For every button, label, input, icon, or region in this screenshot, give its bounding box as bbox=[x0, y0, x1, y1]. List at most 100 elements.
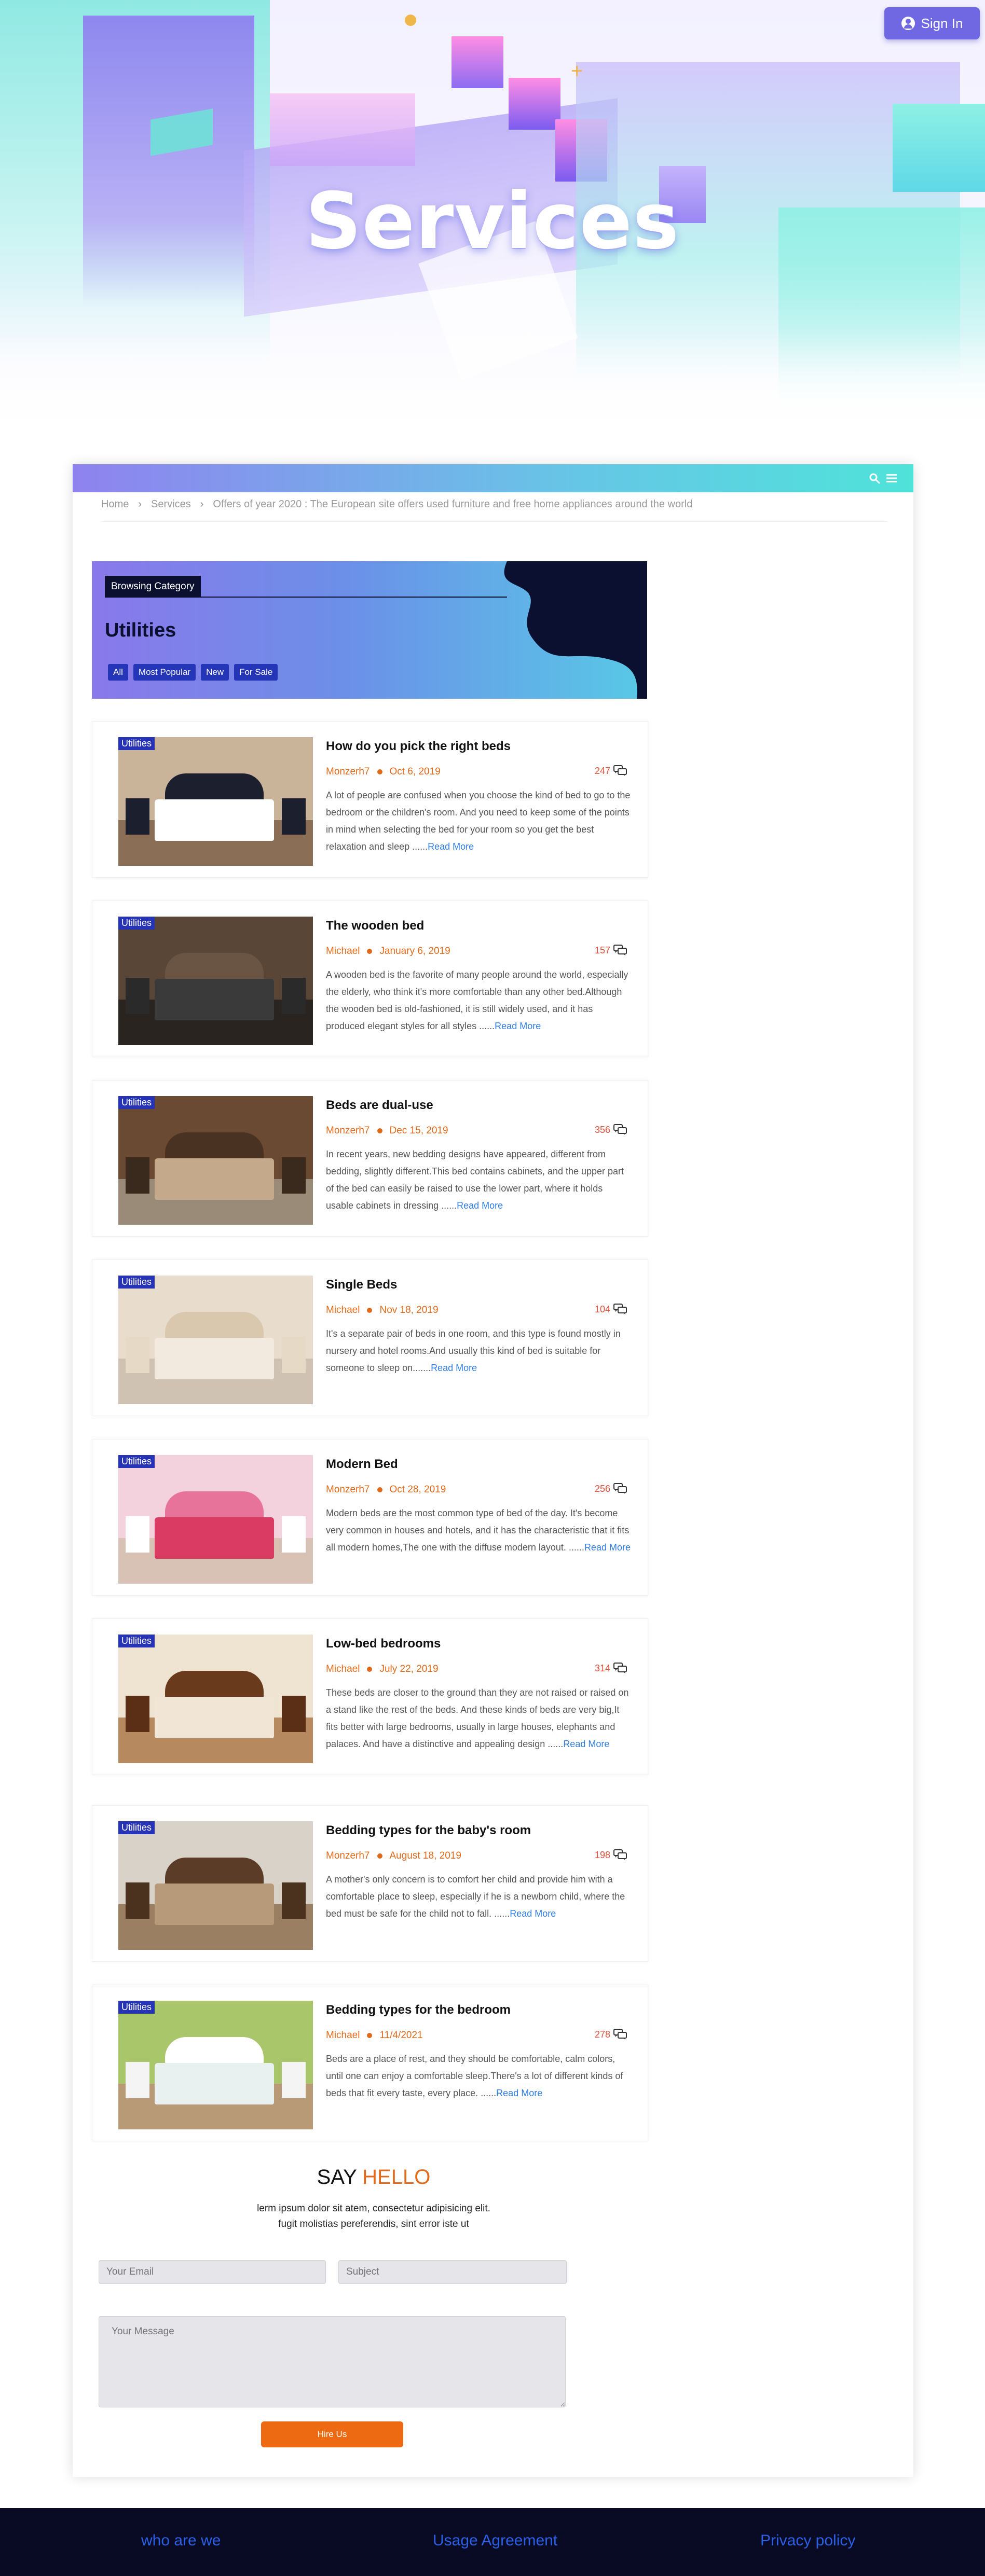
footer-link-privacy-policy[interactable]: Privacy policy bbox=[760, 2532, 855, 2550]
post-comment-count[interactable]: 278 bbox=[595, 2029, 627, 2040]
comments-icon bbox=[613, 765, 627, 776]
post-author[interactable]: Michael bbox=[326, 2030, 360, 2041]
image-nightstand bbox=[126, 798, 149, 835]
breadcrumb: Home › Services › Offers of year 2020 : The … bbox=[101, 498, 692, 510]
contact-title-a: SAY bbox=[317, 2166, 357, 2189]
post-category-tag[interactable]: Utilities bbox=[118, 1635, 155, 1647]
post-comment-count[interactable]: 314 bbox=[595, 1663, 627, 1674]
post-author[interactable]: Monzerh7 bbox=[326, 1850, 370, 1862]
post-meta: Monzerh7 Oct 28, 2019 bbox=[326, 1484, 446, 1495]
hero-banner: + Services Sign In bbox=[0, 0, 985, 446]
read-more-link[interactable]: Read More bbox=[496, 2088, 542, 2098]
post-comment-count[interactable]: 256 bbox=[595, 1483, 627, 1494]
category-title: Utilities bbox=[105, 619, 176, 641]
hero-fade bbox=[0, 332, 985, 446]
contact-text-line1: lerm ipsum dolor sit atem, consectetur a… bbox=[257, 2203, 490, 2214]
post-title[interactable]: Bedding types for the bedroom bbox=[326, 2003, 511, 2017]
read-more-link[interactable]: Read More bbox=[431, 1363, 477, 1373]
post-title[interactable]: Bedding types for the baby's room bbox=[326, 1823, 531, 1838]
comments-icon bbox=[613, 1849, 627, 1860]
post-author[interactable]: Monzerh7 bbox=[326, 1125, 370, 1137]
read-more-link[interactable]: Read More bbox=[510, 1908, 556, 1919]
post-author[interactable]: Monzerh7 bbox=[326, 766, 370, 778]
divider bbox=[101, 521, 887, 522]
post-excerpt: A mother's only concern is to comfort he… bbox=[326, 1871, 632, 1922]
post-image[interactable]: Utilities bbox=[118, 737, 313, 866]
dot-separator bbox=[367, 949, 373, 954]
post-image[interactable]: Utilities bbox=[118, 1635, 313, 1763]
post-date: Nov 18, 2019 bbox=[379, 1305, 439, 1315]
hamburger-menu-icon[interactable] bbox=[885, 472, 898, 484]
dot-separator bbox=[367, 1667, 373, 1672]
comments-icon bbox=[613, 1663, 627, 1673]
post-comment-count[interactable]: 104 bbox=[595, 1304, 627, 1315]
message-field[interactable] bbox=[99, 2316, 566, 2407]
read-more-link[interactable]: Read More bbox=[563, 1739, 609, 1749]
contact-title-b: HELLO bbox=[362, 2166, 431, 2189]
comment-count-value: 314 bbox=[595, 1663, 611, 1673]
post-category-tag[interactable]: Utilities bbox=[118, 1455, 155, 1468]
post-author[interactable]: Monzerh7 bbox=[326, 1484, 370, 1495]
hire-us-button[interactable]: Hire Us bbox=[261, 2421, 403, 2447]
footer-link-who-are-we[interactable]: who are we bbox=[141, 2532, 221, 2550]
post-comment-count[interactable]: 356 bbox=[595, 1124, 627, 1135]
filter-for-sale-button[interactable]: For Sale bbox=[234, 664, 278, 681]
browsing-category-label: Browsing Category bbox=[105, 576, 201, 598]
post-card: Utilities Modern Bed Monzerh7 Oct 28, 2019 2… bbox=[92, 1439, 648, 1596]
post-category-tag[interactable]: Utilities bbox=[118, 2001, 155, 2014]
post-card: Utilities How do you pick the right beds M… bbox=[92, 721, 648, 878]
post-title[interactable]: Modern Bed bbox=[326, 1457, 398, 1472]
subject-field[interactable] bbox=[338, 2260, 567, 2284]
read-more-link[interactable]: Read More bbox=[495, 1021, 541, 1031]
post-title[interactable]: Single Beds bbox=[326, 1278, 397, 1292]
footer-link-usage-agreement[interactable]: Usage Agreement bbox=[433, 2532, 557, 2550]
breadcrumb-services[interactable]: Services bbox=[151, 498, 191, 510]
post-image[interactable]: Utilities bbox=[118, 1455, 313, 1584]
post-comment-count[interactable]: 157 bbox=[595, 945, 627, 956]
post-title[interactable]: How do you pick the right beds bbox=[326, 739, 511, 754]
sign-in-button[interactable]: Sign In bbox=[884, 7, 980, 39]
post-excerpt: A wooden bed is the favorite of many peo… bbox=[326, 966, 632, 1035]
image-nightstand bbox=[282, 1157, 306, 1194]
post-author[interactable]: Michael bbox=[326, 1305, 360, 1316]
email-field[interactable] bbox=[99, 2260, 326, 2284]
post-comment-count[interactable]: 247 bbox=[595, 765, 627, 777]
read-more-link[interactable]: Read More bbox=[457, 1200, 503, 1211]
image-bed bbox=[155, 1158, 274, 1200]
filter-new-button[interactable]: New bbox=[201, 664, 229, 681]
image-nightstand bbox=[282, 1696, 306, 1732]
post-image[interactable]: Utilities bbox=[118, 2001, 313, 2129]
search-icon[interactable] bbox=[868, 472, 881, 484]
read-more-link[interactable]: Read More bbox=[428, 841, 474, 852]
post-date: January 6, 2019 bbox=[379, 946, 450, 957]
post-category-tag[interactable]: Utilities bbox=[118, 737, 155, 750]
post-category-tag[interactable]: Utilities bbox=[118, 917, 155, 930]
post-comment-count[interactable]: 198 bbox=[595, 1849, 627, 1861]
post-image[interactable]: Utilities bbox=[118, 1821, 313, 1950]
breadcrumb-home[interactable]: Home bbox=[101, 498, 129, 510]
image-nightstand bbox=[126, 1696, 149, 1732]
post-title[interactable]: Beds are dual-use bbox=[326, 1098, 433, 1113]
post-meta: Michael July 22, 2019 bbox=[326, 1664, 439, 1675]
post-date: July 22, 2019 bbox=[379, 1664, 439, 1674]
chevron-right-icon: › bbox=[200, 498, 204, 510]
post-image[interactable]: Utilities bbox=[118, 1096, 313, 1225]
image-bed bbox=[155, 1338, 274, 1379]
post-title[interactable]: The wooden bed bbox=[326, 919, 424, 933]
image-nightstand bbox=[126, 1882, 149, 1919]
comment-count-value: 198 bbox=[595, 1849, 611, 1860]
post-author[interactable]: Michael bbox=[326, 1664, 360, 1675]
post-category-tag[interactable]: Utilities bbox=[118, 1821, 155, 1834]
filter-all-button[interactable]: All bbox=[108, 664, 128, 681]
post-author[interactable]: Michael bbox=[326, 946, 360, 957]
post-category-tag[interactable]: Utilities bbox=[118, 1276, 155, 1289]
post-category-tag[interactable]: Utilities bbox=[118, 1096, 155, 1109]
read-more-link[interactable]: Read More bbox=[584, 1542, 631, 1553]
post-title[interactable]: Low-bed bedrooms bbox=[326, 1637, 441, 1651]
image-nightstand bbox=[282, 1882, 306, 1919]
image-nightstand bbox=[126, 978, 149, 1014]
post-image[interactable]: Utilities bbox=[118, 917, 313, 1045]
filter-buttons: All Most Popular New For Sale bbox=[108, 664, 278, 681]
post-image[interactable]: Utilities bbox=[118, 1276, 313, 1404]
filter-most-popular-button[interactable]: Most Popular bbox=[133, 664, 196, 681]
